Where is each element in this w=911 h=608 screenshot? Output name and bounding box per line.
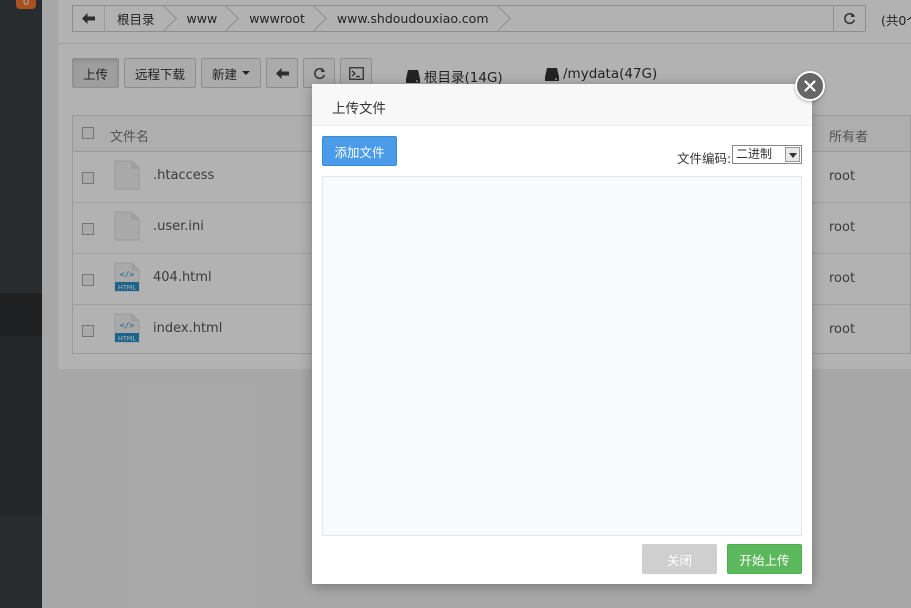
encoding-select[interactable]: 二进制: [732, 145, 802, 164]
add-file-button[interactable]: 添加文件: [322, 136, 397, 166]
file-drop-zone[interactable]: [322, 176, 802, 536]
close-icon: [804, 80, 816, 92]
encoding-label: 文件编码:: [677, 151, 732, 166]
start-upload-button[interactable]: 开始上传: [727, 544, 802, 574]
upload-modal: 上传文件 添加文件 文件编码: 二进制 关闭 开始上传: [312, 84, 812, 584]
encoding-value: 二进制: [736, 147, 773, 161]
modal-close-button[interactable]: [795, 71, 825, 101]
close-button[interactable]: 关闭: [642, 544, 717, 574]
modal-title: 上传文件: [312, 84, 812, 126]
chevron-down-icon[interactable]: [785, 147, 800, 162]
